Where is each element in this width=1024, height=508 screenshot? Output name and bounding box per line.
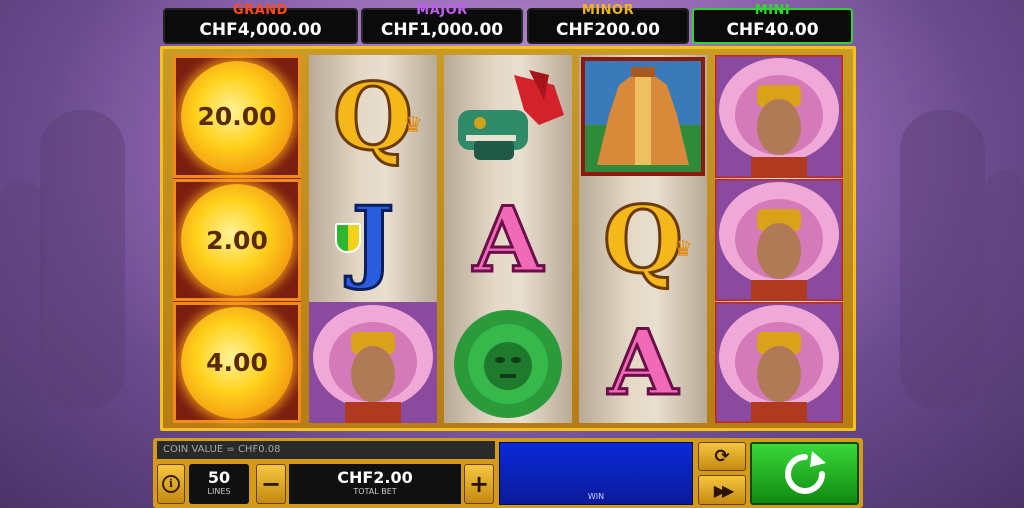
jade-mask-symbol (444, 302, 572, 423)
q-symbol-letter: Q (331, 61, 414, 172)
win-display: WIN (499, 442, 693, 505)
jade-mask-icon (454, 310, 562, 418)
coin-value-display: COIN VALUE = CHF0.08 (157, 441, 495, 459)
jackpot-major-value: CHF1,000.00 (380, 20, 504, 40)
total-bet-display: CHF2.00 TOTAL BET (289, 464, 461, 504)
reel-1: 20.00 2.00 4.00 (173, 55, 301, 423)
sun-coin-icon: 4.00 (181, 306, 293, 419)
jackpot-grand-value: CHF4,000.00 (199, 20, 322, 40)
sun-coin-cell: 4.00 (173, 302, 301, 423)
jackpot-minor-label: MINOR (581, 3, 635, 18)
lines-label: LINES (207, 487, 231, 496)
background-pillar-left-small (0, 180, 45, 440)
aztec-princess-icon (715, 179, 843, 301)
total-bet-value: CHF2.00 (337, 468, 413, 487)
spin-button[interactable] (750, 442, 859, 505)
jackpot-mini-label: MINI (754, 3, 791, 18)
serpent-head-icon (458, 70, 564, 160)
background-pillar-right-small (985, 170, 1024, 440)
autoplay-button[interactable]: ⟳ (698, 442, 746, 471)
aztec-princess-icon (309, 302, 437, 423)
pyramid-icon (581, 57, 705, 176)
pyramid-symbol (579, 55, 707, 178)
fast-forward-button[interactable]: ▶▶ (698, 475, 746, 505)
a-symbol: A (579, 302, 707, 423)
win-label: WIN (587, 492, 605, 501)
q-symbol: Q ♛ (579, 179, 707, 301)
jackpot-mini: MINI CHF40.00 (692, 3, 853, 44)
lines-display: 50 LINES (189, 464, 249, 504)
reel-3: A (444, 55, 572, 423)
jackpot-grand-label: GRAND (233, 3, 288, 18)
info-button[interactable]: i (157, 464, 185, 504)
background-pillar-left (40, 110, 125, 410)
jackpot-minor-value: CHF200.00 (556, 20, 660, 40)
reel-4: Q ♛ A (579, 55, 707, 423)
q-symbol-letter: Q (601, 185, 684, 296)
sun-coin-value: 20.00 (197, 102, 277, 131)
jackpot-major-label: MAJOR (416, 3, 468, 18)
info-icon: i (162, 475, 180, 493)
increase-bet-button[interactable]: + (464, 464, 494, 504)
princess-symbol (715, 179, 843, 301)
crown-icon: ♛ (403, 113, 423, 138)
sun-coin-icon: 20.00 (181, 60, 293, 173)
aztec-princess-icon (715, 302, 843, 423)
total-bet-label: TOTAL BET (353, 487, 397, 496)
jackpot-mini-value: CHF40.00 (726, 20, 819, 40)
shield-icon (335, 223, 361, 253)
background-pillar-right (900, 110, 985, 410)
princess-symbol (309, 302, 437, 423)
q-symbol: Q ♛ (309, 55, 437, 178)
spin-icon (784, 450, 826, 494)
decrease-bet-button[interactable]: − (256, 464, 286, 504)
jackpot-bar: GRAND CHF4,000.00 MAJOR CHF1,000.00 MINO… (163, 3, 853, 44)
reel-area: 20.00 2.00 4.00 Q ♛ J A Q ♛ A (160, 46, 856, 431)
reel-5 (715, 55, 843, 423)
autoplay-icon: ⟳ (714, 446, 730, 467)
lines-value: 50 (207, 468, 231, 487)
sun-coin-cell: 2.00 (173, 179, 301, 301)
serpent-symbol (444, 55, 572, 178)
a-symbol: A (444, 179, 572, 301)
sun-coin-cell: 20.00 (173, 55, 301, 178)
aztec-princess-icon (715, 55, 843, 178)
a-symbol-letter: A (607, 308, 680, 417)
crown-icon: ♛ (673, 237, 693, 262)
sun-coin-value: 4.00 (206, 348, 268, 377)
princess-symbol (715, 55, 843, 178)
princess-symbol (715, 302, 843, 423)
jackpot-grand: GRAND CHF4,000.00 (163, 3, 358, 44)
jackpot-major: MAJOR CHF1,000.00 (361, 3, 523, 44)
jackpot-minor: MINOR CHF200.00 (527, 3, 689, 44)
a-symbol-letter: A (472, 186, 545, 295)
reel-2: Q ♛ J (309, 55, 437, 423)
sun-coin-value: 2.00 (206, 225, 268, 255)
sun-coin-icon: 2.00 (181, 184, 293, 296)
fast-forward-icon: ▶▶ (713, 480, 735, 500)
j-symbol: J (309, 179, 437, 301)
control-bar: COIN VALUE = CHF0.08 i 50 LINES − CHF2.0… (153, 438, 863, 508)
